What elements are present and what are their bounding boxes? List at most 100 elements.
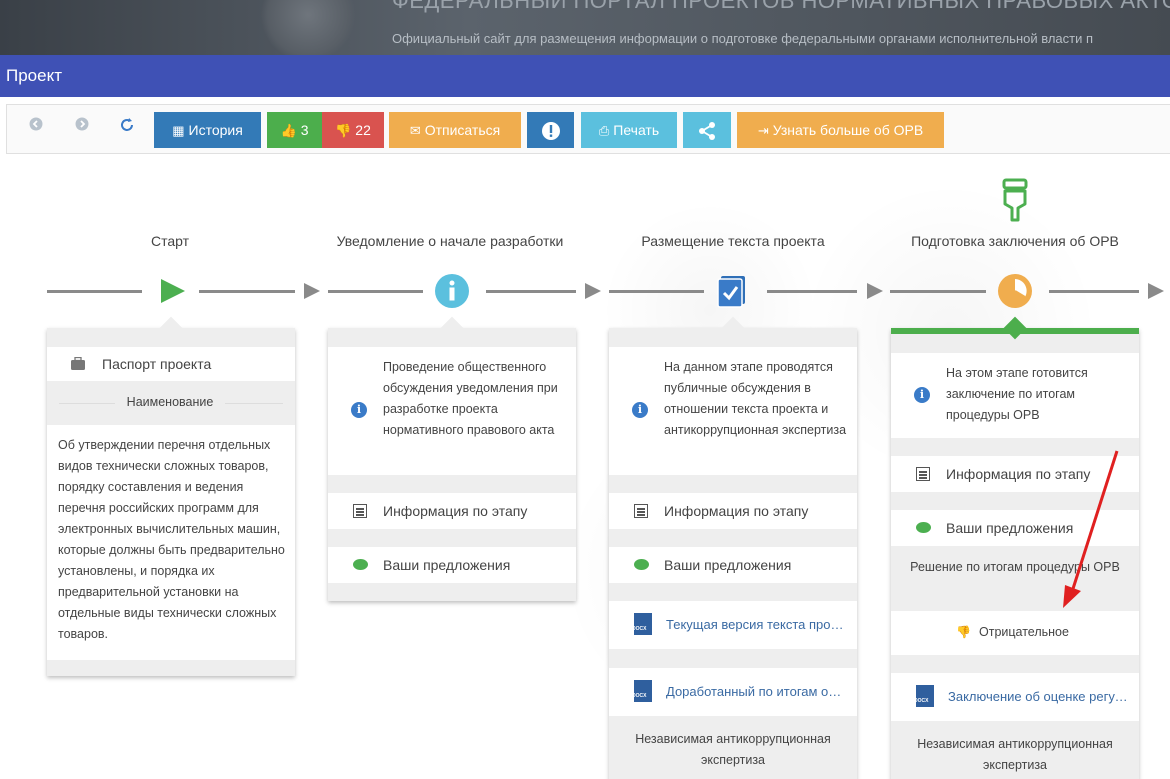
dislike-button[interactable]: 👎 22: [322, 112, 384, 148]
current-stage-hand-icon: [999, 178, 1031, 224]
envelope-icon: ✉: [409, 123, 421, 138]
project-name-text: Об утверждении перечня отдельных видов т…: [58, 438, 285, 641]
learn-more-label: Узнать больше об ОРВ: [772, 122, 924, 138]
proposals-row[interactable]: Ваши предложения: [328, 547, 576, 583]
info-icon: i: [351, 402, 367, 418]
forward-icon[interactable]: [73, 117, 91, 135]
project-toolbar: ▦ История 👍 3 👎 22 ✉ Отписаться ⎙ Печать ⇥ Узн…: [6, 104, 1170, 154]
play-icon: [155, 273, 191, 309]
timeline-line: [890, 290, 986, 293]
anticorruption-header: Независимая антикоррупционная экспертиза: [917, 737, 1113, 772]
stage-info-row[interactable]: Информация по этапу: [328, 493, 576, 529]
stage-card-start: Паспорт проекта Наименование Об утвержде…: [47, 316, 295, 676]
stage-title-notification: Уведомление о начале разработки: [336, 233, 564, 249]
decision-row: 👎 Отрицательное: [891, 611, 1139, 655]
print-icon: ⎙: [598, 123, 610, 138]
timeline-line: [328, 290, 423, 293]
docx-file-icon: [632, 680, 652, 702]
stage-description-block: i Проведение общественного обсуждения ув…: [328, 347, 576, 475]
decision-thumbs-down-icon: 👎: [956, 625, 971, 639]
current-version-link[interactable]: Текущая версия текста проекта: [666, 617, 846, 632]
comment-icon: [634, 559, 649, 570]
history-label: История: [188, 122, 243, 138]
comment-icon: [916, 522, 931, 533]
proposals-label: Ваши предложения: [664, 557, 792, 573]
timeline-arrow: [1148, 283, 1164, 299]
revised-doc-link[interactable]: Доработанный по итогам обсуждения: [666, 684, 846, 699]
stage-description: На этом этапе готовится заключение по ит…: [946, 366, 1088, 422]
calendar-icon: ▦: [172, 123, 185, 138]
docx-file-icon: [914, 685, 934, 707]
annotation-arrow-icon: [1063, 450, 1119, 608]
emblem-logo: [258, 0, 358, 55]
orv-conclusion-link[interactable]: Заключение об оценке регулирующего возде…: [948, 689, 1130, 704]
thumbs-up-icon: 👍: [280, 123, 297, 138]
stage-info-row[interactable]: Информация по этапу: [609, 493, 857, 529]
briefcase-icon: [71, 357, 85, 370]
stage-title-orv-conclusion: Подготовка заключения об ОРВ: [911, 233, 1119, 249]
current-version-doc-row[interactable]: Текущая версия текста проекта: [609, 601, 857, 649]
timeline-line: [199, 290, 295, 293]
portal-subtitle: Официальный сайт для размещения информац…: [392, 31, 1094, 46]
like-button[interactable]: 👍 3: [267, 112, 322, 148]
refresh-icon[interactable]: [118, 117, 136, 135]
alert-button[interactable]: [527, 112, 574, 148]
sign-in-icon: ⇥: [757, 123, 769, 138]
info-circle-icon: [434, 273, 470, 309]
timeline-arrow: [304, 283, 320, 299]
share-button[interactable]: [683, 112, 731, 148]
orv-conclusion-doc-row[interactable]: Заключение об оценке регулирующего возде…: [891, 673, 1139, 721]
list-icon: [634, 504, 648, 518]
pie-chart-icon: [997, 273, 1033, 309]
proposals-row[interactable]: Ваши предложения: [609, 547, 857, 583]
learn-more-orv-button[interactable]: ⇥ Узнать больше об ОРВ: [737, 112, 944, 148]
dislike-count: 22: [355, 122, 371, 138]
portal-banner: ФЕДЕРАЛЬНЫЙ ПОРТАЛ ПРОЕКТОВ НОРМАТИВНЫХ …: [0, 0, 1170, 55]
list-icon: [353, 504, 367, 518]
card-caret: [159, 316, 183, 340]
page-title: Проект: [6, 66, 62, 85]
list-icon: [916, 467, 930, 481]
anticorruption-header: Независимая антикоррупционная экспертиза: [635, 732, 831, 767]
docx-file-icon: [632, 613, 652, 635]
timeline-line: [47, 290, 142, 293]
timeline-arrow: [585, 283, 601, 299]
like-count: 3: [300, 122, 309, 138]
share-icon: [699, 122, 715, 141]
stage-title-text-placement: Размещение текста проекта: [641, 233, 825, 249]
portal-title: ФЕДЕРАЛЬНЫЙ ПОРТАЛ ПРОЕКТОВ НОРМАТИВНЫХ …: [392, 0, 1170, 13]
history-button[interactable]: ▦ История: [154, 112, 261, 148]
timeline-arrow: [867, 283, 883, 299]
back-icon[interactable]: [27, 117, 45, 135]
page-title-bar: Проект: [0, 55, 1170, 97]
stage-info-label: Информация по этапу: [664, 503, 809, 519]
timeline-line: [609, 290, 704, 293]
timeline-line: [486, 290, 576, 293]
comment-icon: [353, 559, 368, 570]
print-button[interactable]: ⎙ Печать: [581, 112, 677, 148]
project-passport-label: Паспорт проекта: [102, 356, 212, 372]
thumbs-down-icon: 👎: [335, 123, 352, 138]
card-caret: [440, 316, 464, 340]
stage-card-notification: i Проведение общественного обсуждения ув…: [328, 316, 576, 601]
print-label: Печать: [613, 122, 660, 138]
project-passport-row[interactable]: Паспорт проекта: [47, 347, 295, 381]
stage-description: Проведение общественного обсуждения увед…: [383, 360, 558, 437]
unsubscribe-button[interactable]: ✉ Отписаться: [389, 112, 521, 148]
stage-description-block: i На данном этапе проводятся публичные о…: [609, 347, 857, 475]
document-check-icon: [714, 273, 750, 309]
revised-doc-row[interactable]: Доработанный по итогам обсуждения: [609, 668, 857, 716]
timeline-line: [767, 290, 857, 293]
stage-info-label: Информация по этапу: [383, 503, 528, 519]
unsubscribe-label: Отписаться: [424, 122, 501, 138]
timeline-line: [1049, 290, 1139, 293]
exclamation-icon: [541, 122, 560, 141]
project-name-block: Об утверждении перечня отдельных видов т…: [47, 425, 295, 660]
info-icon: i: [632, 402, 648, 418]
info-icon: i: [914, 387, 930, 403]
name-header: Наименование: [115, 395, 225, 409]
proposals-label: Ваши предложения: [383, 557, 511, 573]
stage-card-text-placement: i На данном этапе проводятся публичные о…: [609, 316, 857, 779]
stage-title-start: Старт: [150, 233, 190, 249]
stage-description-block: i На этом этапе готовится заключение по …: [891, 353, 1139, 438]
